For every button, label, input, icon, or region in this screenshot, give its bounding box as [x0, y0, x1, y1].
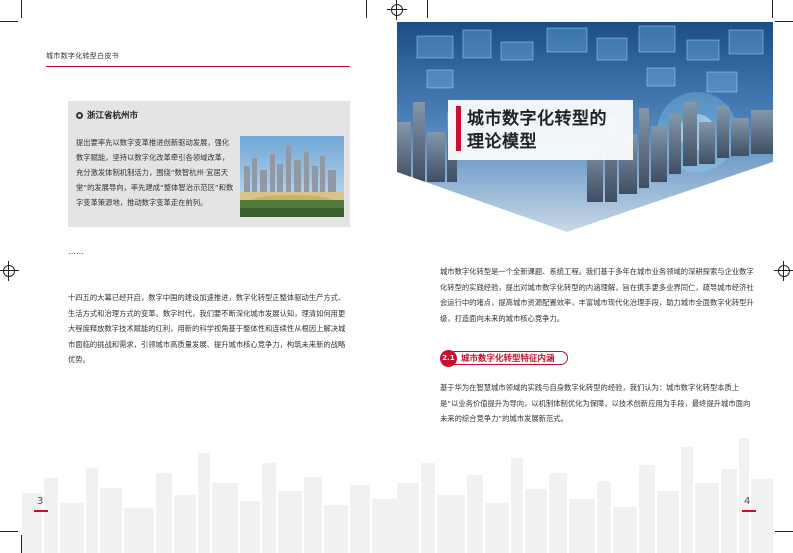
section-heading-label: 城市数字化转型特征内涵	[453, 351, 568, 365]
registration-mark-right	[774, 261, 793, 281]
registration-mark-top-left	[0, 261, 19, 281]
crop-mark	[775, 21, 793, 22]
section-heading: 2.1 城市数字化转型特征内涵	[440, 349, 568, 367]
case-study-box: 浙江省杭州市 提出要率先以数字变革推进创新驱动发展，强化数字赋能，坚持以数字化改…	[68, 101, 350, 227]
page-number-rule-left	[34, 510, 48, 512]
body-paragraph-left: 十四五的大幕已经开启，数字中国的建设加速推进，数字化转型正整体驱动生产方式、生活…	[68, 293, 346, 364]
body-paragraph-right-1: 城市数字化转型是一个全新课题、系统工程。我们基于多年在城市业务领域的深耕探索与企…	[440, 267, 754, 323]
bullet-circle-icon	[76, 111, 83, 119]
crop-mark	[0, 21, 18, 22]
body-paragraph-right-2: 基于华为在智慧城市领域的实践与自身数字化转型的经验，我们认为：城市数字化转型本质…	[440, 383, 751, 423]
crop-mark	[366, 0, 367, 18]
header-rule	[46, 66, 350, 67]
ellipsis-text: ……	[68, 247, 84, 256]
section-number-badge: 2.1	[440, 349, 457, 367]
crop-mark	[21, 0, 22, 18]
chapter-title-line1: 城市数字化转型的	[467, 109, 607, 129]
case-study-title: 浙江省杭州市	[76, 109, 138, 121]
hangzhou-city-photo	[240, 136, 344, 217]
case-study-title-text: 浙江省杭州市	[87, 111, 139, 121]
chapter-title-line2: 理论模型	[467, 132, 537, 152]
page-number-left: 3	[37, 496, 44, 507]
page-number-rule-right	[742, 510, 756, 512]
skyline-illustration	[22, 438, 773, 553]
title-accent-bar	[456, 106, 461, 151]
crop-mark	[427, 0, 428, 18]
page-number-right: 4	[744, 496, 751, 507]
running-head: 城市数字化转型白皮书	[46, 52, 119, 60]
registration-mark-top-center	[387, 0, 407, 20]
chapter-title-box: 城市数字化转型的 理论模型	[448, 100, 633, 160]
crop-mark	[772, 0, 773, 18]
case-study-text: 提出要率先以数字变革推进创新驱动发展，强化数字赋能，坚持以数字化改革牵引各领域改…	[76, 138, 234, 207]
